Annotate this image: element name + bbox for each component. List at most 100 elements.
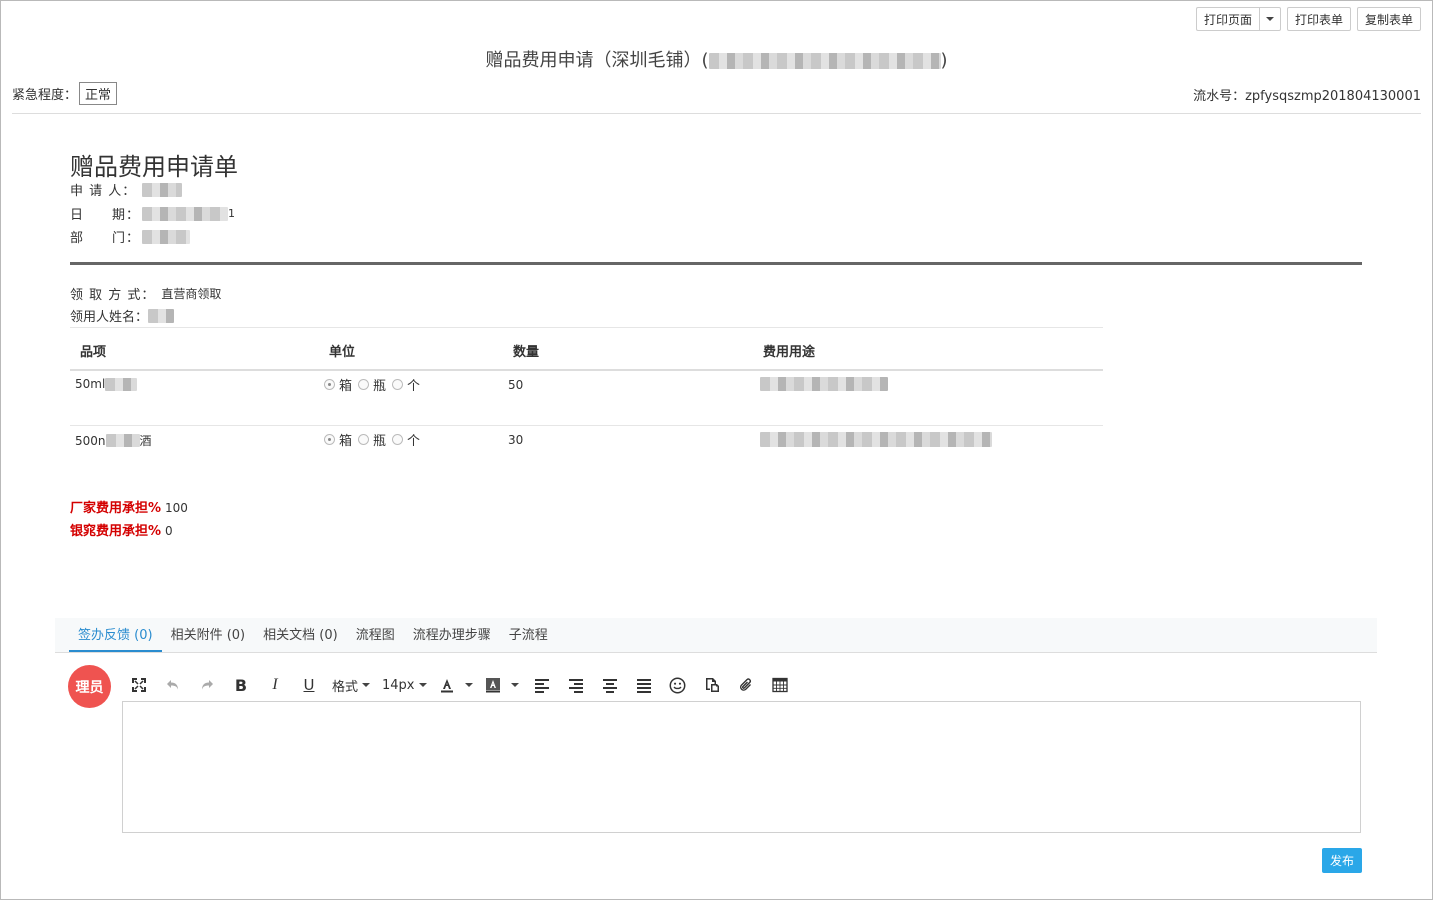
redacted-title-part	[708, 53, 941, 69]
redacted-date	[142, 206, 228, 221]
header-unit: 单位	[329, 345, 356, 360]
urgency: 紧急程度： 正常	[12, 82, 118, 105]
row2-item-suffix: 酒	[139, 434, 152, 448]
smiley-icon	[669, 677, 686, 693]
radio-checked-icon	[324, 379, 335, 390]
align-justify-button[interactable]	[633, 674, 655, 696]
print-page-button[interactable]: 打印页面	[1195, 7, 1259, 31]
redacted-applicant	[142, 182, 182, 197]
header-divider	[12, 113, 1421, 114]
editor-toolbar: B I U 格式 14px	[128, 674, 803, 696]
redacted-row2-item	[105, 434, 140, 447]
align-right-icon	[568, 679, 583, 693]
fullscreen-icon	[132, 678, 146, 692]
row1-purpose	[760, 377, 888, 391]
manufacturer-share-value: 100	[165, 501, 188, 515]
redo-button[interactable]	[196, 674, 218, 696]
redacted-receiver	[148, 308, 175, 323]
font-color-button[interactable]	[439, 674, 473, 696]
underline-icon: U	[303, 676, 315, 694]
row1-unit-box-label: 箱	[339, 379, 353, 394]
table-header-border	[70, 369, 1103, 371]
date-row: 日 期： 1	[70, 204, 235, 223]
tab-flowchart[interactable]: 流程图	[347, 618, 404, 652]
serial-number: 流水号：zpfysqszmp201804130001	[1193, 85, 1421, 104]
row1-unit-bottle[interactable]: 瓶	[358, 375, 386, 394]
row2-unit-bottle[interactable]: 瓶	[358, 430, 386, 449]
row2-unit-box[interactable]: 箱	[324, 430, 352, 449]
italic-icon: I	[272, 676, 278, 693]
chevron-down-icon	[362, 683, 371, 687]
radio-icon	[392, 434, 404, 445]
font-color-icon	[440, 679, 453, 693]
pickup-method-value: 直营商领取	[161, 287, 222, 301]
urgency-badge: 正常	[79, 82, 118, 105]
italic-button[interactable]: I	[264, 674, 286, 696]
manufacturer-share-label: 厂家费用承担%	[70, 501, 162, 516]
row2-unit-bottle-label: 瓶	[373, 434, 387, 449]
bold-button[interactable]: B	[230, 674, 252, 696]
redo-icon	[202, 680, 213, 690]
copy-form-button[interactable]: 复制表单	[1356, 7, 1421, 31]
redacted-row1-item	[105, 377, 138, 391]
page-title-text: 赠品费用申请（深圳毛铺）(	[485, 50, 709, 71]
font-size-dropdown[interactable]: 14px	[382, 674, 427, 696]
align-justify-icon	[636, 679, 651, 693]
emoji-button[interactable]	[667, 674, 689, 696]
print-form-button[interactable]: 打印表单	[1286, 7, 1351, 31]
align-left-icon	[534, 679, 549, 693]
row1-unit-box[interactable]: 箱	[324, 375, 352, 394]
format-dropdown[interactable]: 格式	[332, 674, 371, 696]
align-center-icon	[602, 679, 617, 693]
background-color-button[interactable]	[485, 674, 519, 696]
header-purpose: 费用用途	[763, 345, 816, 360]
serial-value: zpfysqszmp201804130001	[1245, 89, 1421, 104]
underline-button[interactable]: U	[298, 674, 320, 696]
chevron-down-icon	[1265, 17, 1274, 21]
row1-unit-piece[interactable]: 个	[392, 375, 420, 394]
row1-quantity: 50	[508, 378, 524, 392]
redacted-row2-purpose	[760, 432, 992, 447]
serial-label: 流水号：	[1193, 89, 1246, 104]
chevron-down-icon	[510, 683, 519, 687]
redacted-department	[142, 229, 190, 244]
print-page-dropdown-button[interactable]	[1258, 7, 1281, 31]
row2-unit: 箱 瓶 个	[324, 430, 426, 449]
page-title-close: )	[940, 50, 948, 71]
tab-subprocess[interactable]: 子流程	[500, 618, 557, 652]
radio-icon	[358, 434, 370, 445]
print-page-group: 打印页面	[1195, 7, 1281, 31]
avatar: 理员	[68, 665, 111, 708]
row2-unit-piece[interactable]: 个	[392, 430, 420, 449]
form-title: 赠品费用申请单	[70, 153, 238, 181]
silverbridge-share: 银窕费用承担% 0	[70, 520, 173, 539]
radio-icon	[358, 379, 370, 390]
tab-documents[interactable]: 相关文档 (0)	[254, 618, 347, 652]
row2-item-prefix: 500n	[75, 433, 106, 448]
copy-button[interactable]	[701, 674, 723, 696]
align-center-button[interactable]	[599, 674, 621, 696]
publish-button[interactable]: 发布	[1322, 848, 1362, 873]
urgency-label: 紧急程度：	[12, 88, 78, 103]
undo-button[interactable]	[162, 674, 184, 696]
row2-unit-piece-label: 个	[407, 434, 421, 449]
undo-icon	[167, 680, 178, 690]
feedback-editor[interactable]	[122, 701, 1361, 833]
row1-item-prefix: 50ml	[75, 377, 106, 391]
applicant-row: 申 请 人：	[70, 180, 182, 199]
table-button[interactable]	[769, 674, 791, 696]
radio-checked-icon	[324, 434, 335, 445]
tab-attachments[interactable]: 相关附件 (0)	[162, 618, 255, 652]
receiver-row: 领用人姓名：	[70, 306, 175, 325]
align-right-button[interactable]	[565, 674, 587, 696]
table-icon	[771, 677, 788, 693]
tab-process-steps[interactable]: 流程办理步骤	[404, 618, 500, 652]
tab-feedback[interactable]: 签办反馈 (0)	[69, 618, 162, 652]
fullscreen-button[interactable]	[128, 674, 150, 696]
pickup-method-row: 领 取 方 式： 直营商领取	[70, 284, 221, 303]
date-label: 日 期：	[70, 208, 141, 223]
top-actions: 打印页面 打印表单 复制表单	[1195, 7, 1421, 31]
attach-button[interactable]	[735, 674, 757, 696]
department-row: 部 门：	[70, 227, 190, 246]
align-left-button[interactable]	[531, 674, 553, 696]
